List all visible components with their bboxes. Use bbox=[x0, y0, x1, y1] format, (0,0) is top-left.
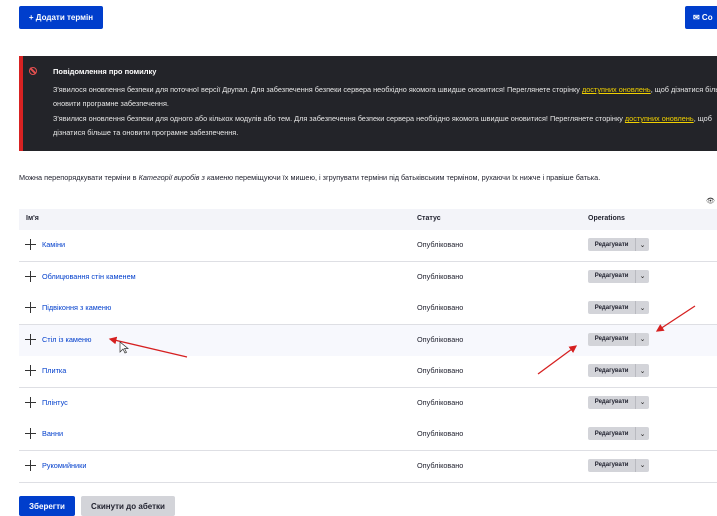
annotation-arrows bbox=[108, 305, 696, 375]
mouse-cursor-icon bbox=[119, 341, 129, 354]
annotation-arrow-2 bbox=[537, 345, 578, 375]
annotation-arrow-3 bbox=[655, 305, 696, 332]
